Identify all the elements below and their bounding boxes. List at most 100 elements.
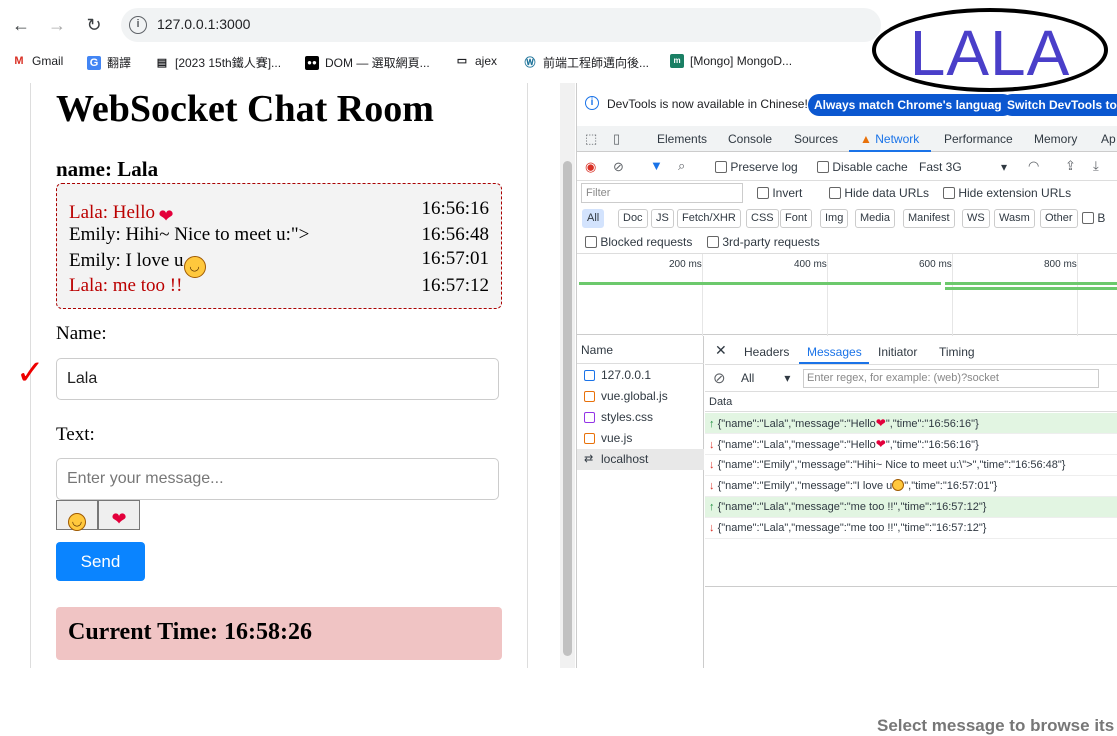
tab-headers[interactable]: Headers (744, 345, 789, 359)
filter-icon[interactable]: ▼ (650, 158, 663, 173)
devtools-tabs: ⬚ ▯ Elements Console Sources ▲ Network P… (577, 126, 1117, 152)
filter-input[interactable]: Filter (581, 183, 743, 203)
filter-chip-all[interactable]: All (582, 209, 605, 228)
scrollbar-thumb[interactable] (563, 161, 572, 656)
tab-elements[interactable]: Elements (657, 132, 707, 146)
bookmarks-bar: M Gmail G 翻譯 ▤ [2023 15th鐵人賽]... ●● DOM — 選取… (0, 52, 880, 74)
import-icon[interactable]: ⇪ (1065, 158, 1076, 174)
checkbox[interactable] (829, 187, 841, 199)
chat-message-time: 16:56:16 (421, 198, 489, 219)
filter-chip-img[interactable]: Img (820, 209, 849, 228)
tab-network[interactable]: ▲ Network (860, 132, 919, 146)
filter-chip-font[interactable]: Font (780, 209, 813, 228)
bookmark-dom[interactable]: ●● DOM — 選取網頁... (305, 54, 430, 71)
name-column-header: Name (581, 343, 614, 357)
websocket-frame-sent[interactable]: ↑ {"name":"Lala","message":"Hello❤","tim… (705, 413, 1117, 434)
chevron-down-icon: ▾ (1001, 160, 1008, 174)
tab-application[interactable]: Ap (1101, 132, 1116, 146)
clear-icon[interactable]: ⊘ (613, 159, 624, 175)
info-icon[interactable]: i (129, 16, 147, 34)
hide-extension-urls-checkbox[interactable]: Hide extension URLs (943, 186, 1071, 200)
reload-icon[interactable]: ↻ (82, 13, 106, 37)
disable-cache-checkbox[interactable]: Disable cache (817, 160, 908, 174)
websocket-frame-received[interactable]: ↓ {"name":"Lala","message":"me too !!","… (705, 518, 1117, 539)
checkbox[interactable] (817, 161, 829, 173)
chat-log: Lala: Hello ❤ 16:56:16 Emily: Hihi~ Nice … (56, 183, 502, 309)
request-item[interactable]: vue.global.js (577, 386, 704, 407)
bookmark-translate[interactable]: G 翻譯 (87, 54, 131, 71)
websocket-frame-sent[interactable]: ↑ {"name":"Lala","message":"me too !!","… (705, 497, 1117, 518)
network-conditions-icon[interactable]: ◠ (1028, 158, 1039, 174)
request-list: Name 127.0.0.1 vue.global.js styles.css … (577, 336, 704, 668)
checkbox[interactable] (715, 161, 727, 173)
timeline-label: 800 ms (1044, 259, 1077, 270)
third-party-requests-checkbox[interactable]: 3rd-party requests (707, 235, 820, 249)
bookmark-ironman[interactable]: ▤ [2023 15th鐵人賽]... (155, 54, 281, 71)
bookmark-backend[interactable]: Ⓦ 前端工程師邁向後... (523, 54, 650, 71)
filter-chip-wasm[interactable]: Wasm (994, 209, 1035, 228)
bookmark-gmail[interactable]: M Gmail (12, 54, 63, 68)
tab-sources[interactable]: Sources (794, 132, 838, 146)
record-icon[interactable]: ◉ (585, 159, 596, 175)
tab-messages[interactable]: Messages (807, 345, 862, 359)
tab-performance[interactable]: Performance (944, 132, 1013, 146)
checkbox[interactable] (585, 236, 597, 248)
message-input[interactable] (56, 458, 499, 500)
address-bar[interactable]: i 127.0.0.1:3000 (121, 8, 881, 42)
checkbox[interactable] (757, 187, 769, 199)
tab-timing[interactable]: Timing (939, 345, 975, 359)
filter-chip-css[interactable]: CSS (746, 209, 779, 228)
switch-language-button[interactable]: Switch DevTools to C (1001, 94, 1117, 116)
send-button[interactable]: Send (56, 542, 145, 581)
tab-console[interactable]: Console (728, 132, 772, 146)
filter-chip-manifest[interactable]: Manifest (903, 209, 955, 228)
regex-filter-input[interactable]: Enter regex, for example: (web)?socket (803, 369, 1099, 388)
checkbox[interactable] (707, 236, 719, 248)
stylesheet-icon (584, 412, 595, 423)
request-item[interactable]: styles.css (577, 407, 704, 428)
match-language-button[interactable]: Always match Chrome's language (808, 94, 1015, 116)
current-user-header: name: Lala (56, 157, 159, 181)
export-icon[interactable]: ⤓ (1093, 158, 1099, 174)
websocket-frame-received[interactable]: ↓ {"name":"Lala","message":"Hello❤","tim… (705, 434, 1117, 455)
search-icon[interactable]: ⌕ (678, 158, 685, 174)
clear-icon[interactable]: ⊘ (713, 369, 726, 387)
bookmark-mongo[interactable]: m [Mongo] MongoD... (670, 54, 792, 68)
request-item[interactable]: vue.js (577, 428, 704, 449)
page-scrollbar[interactable] (560, 83, 575, 668)
websocket-frame-received[interactable]: ↓ {"name":"Emily","message":"I love u ","… (705, 476, 1117, 497)
folder-icon: ▭ (456, 55, 468, 67)
message-type-select[interactable]: All ▾ (741, 371, 790, 385)
throttle-select[interactable]: Fast 3G ▾ (919, 160, 1007, 174)
heart-emoji-button[interactable]: ❤ (98, 500, 140, 530)
tab-initiator[interactable]: Initiator (878, 345, 917, 359)
preserve-log-checkbox[interactable]: Preserve log (715, 160, 798, 174)
blocked-response-cookies-checkbox[interactable]: B (1082, 211, 1105, 225)
inspect-icon[interactable]: ⬚ (585, 131, 597, 147)
name-input[interactable] (56, 358, 499, 400)
request-item[interactable]: 127.0.0.1 (577, 365, 704, 386)
close-icon[interactable]: ✕ (715, 342, 727, 359)
smile-emoji-button[interactable]: ◡ (56, 500, 98, 531)
data-column-header: Data (705, 391, 1117, 412)
back-icon[interactable]: ← (9, 13, 33, 37)
name-label: Name: (56, 323, 107, 344)
tab-memory[interactable]: Memory (1034, 132, 1077, 146)
blocked-requests-checkbox[interactable]: Blocked requests (585, 235, 692, 249)
filter-chip-doc[interactable]: Doc (618, 209, 648, 228)
websocket-icon: ⇄ (584, 453, 594, 465)
filter-chip-media[interactable]: Media (855, 209, 895, 228)
filter-chip-fetch[interactable]: Fetch/XHR (677, 209, 741, 228)
filter-chip-js[interactable]: JS (651, 209, 674, 228)
invert-checkbox[interactable]: Invert (757, 186, 802, 200)
request-item-selected[interactable]: ⇄ localhost (577, 449, 704, 470)
filter-chip-other[interactable]: Other (1040, 209, 1078, 228)
hide-data-urls-checkbox[interactable]: Hide data URLs (829, 186, 929, 200)
device-toolbar-icon[interactable]: ▯ (613, 131, 620, 147)
checkbox[interactable] (943, 187, 955, 199)
filter-chip-ws[interactable]: WS (962, 209, 990, 228)
forward-icon[interactable]: → (45, 13, 69, 37)
websocket-frame-received[interactable]: ↓ {"name":"Emily","message":"Hihi~ Nice … (705, 455, 1117, 476)
bookmark-ajex[interactable]: ▭ ajex (455, 54, 497, 68)
checkbox[interactable] (1082, 212, 1094, 224)
